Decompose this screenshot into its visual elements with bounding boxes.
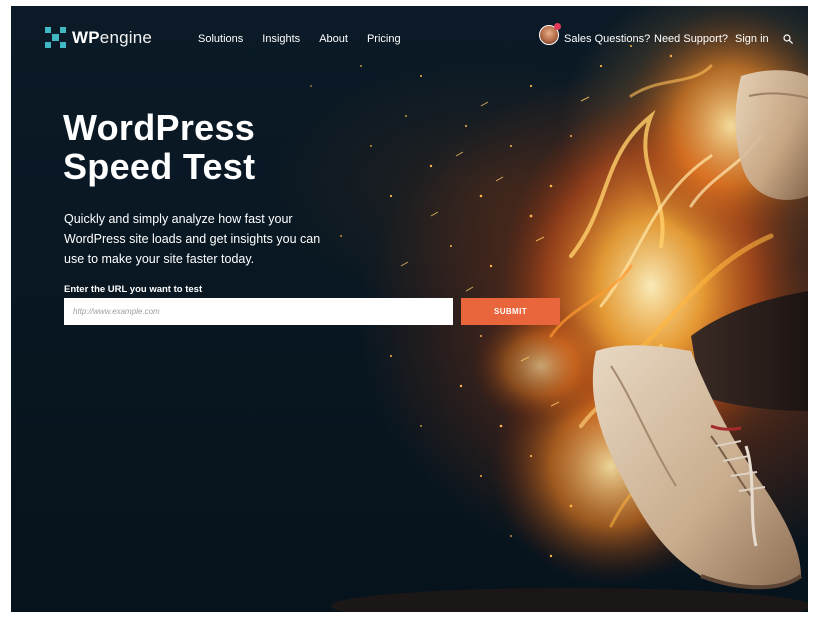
page-title-line-1: WordPress	[63, 107, 256, 148]
wpengine-logo-icon	[45, 27, 66, 48]
nav-pricing-link[interactable]: Pricing	[367, 33, 401, 45]
sales-questions-link[interactable]: Sales Questions?	[564, 33, 650, 45]
hero-description: Quickly and simply analyze how fast your…	[64, 212, 321, 266]
submit-button[interactable]: SUBMIT	[461, 298, 560, 325]
hero-section: WPengine Solutions Insights About Pricin…	[11, 6, 808, 612]
notification-dot	[554, 23, 561, 30]
logo-wordmark-bold: WP	[72, 27, 100, 47]
nav-about-link[interactable]: About	[319, 33, 348, 45]
primary-nav: Solutions Insights About Pricing	[198, 33, 420, 45]
page-title-line-2: Speed Test	[63, 146, 256, 187]
logo-wordmark: WPengine	[72, 28, 152, 48]
need-support-link[interactable]: Need Support?	[654, 33, 728, 45]
sales-rep-avatar[interactable]	[539, 23, 561, 45]
wpengine-logo[interactable]: WPengine	[45, 27, 152, 48]
page-title: WordPress Speed Test	[63, 108, 255, 186]
top-navigation: WPengine Solutions Insights About Pricin…	[11, 6, 808, 72]
url-input-label: Enter the URL you want to test	[64, 284, 203, 295]
url-input[interactable]	[64, 298, 453, 325]
search-icon[interactable]	[783, 34, 793, 44]
sign-in-link[interactable]: Sign in	[735, 33, 769, 45]
nav-insights-link[interactable]: Insights	[262, 33, 300, 45]
logo-wordmark-light: engine	[99, 27, 153, 47]
nav-solutions-link[interactable]: Solutions	[198, 33, 243, 45]
